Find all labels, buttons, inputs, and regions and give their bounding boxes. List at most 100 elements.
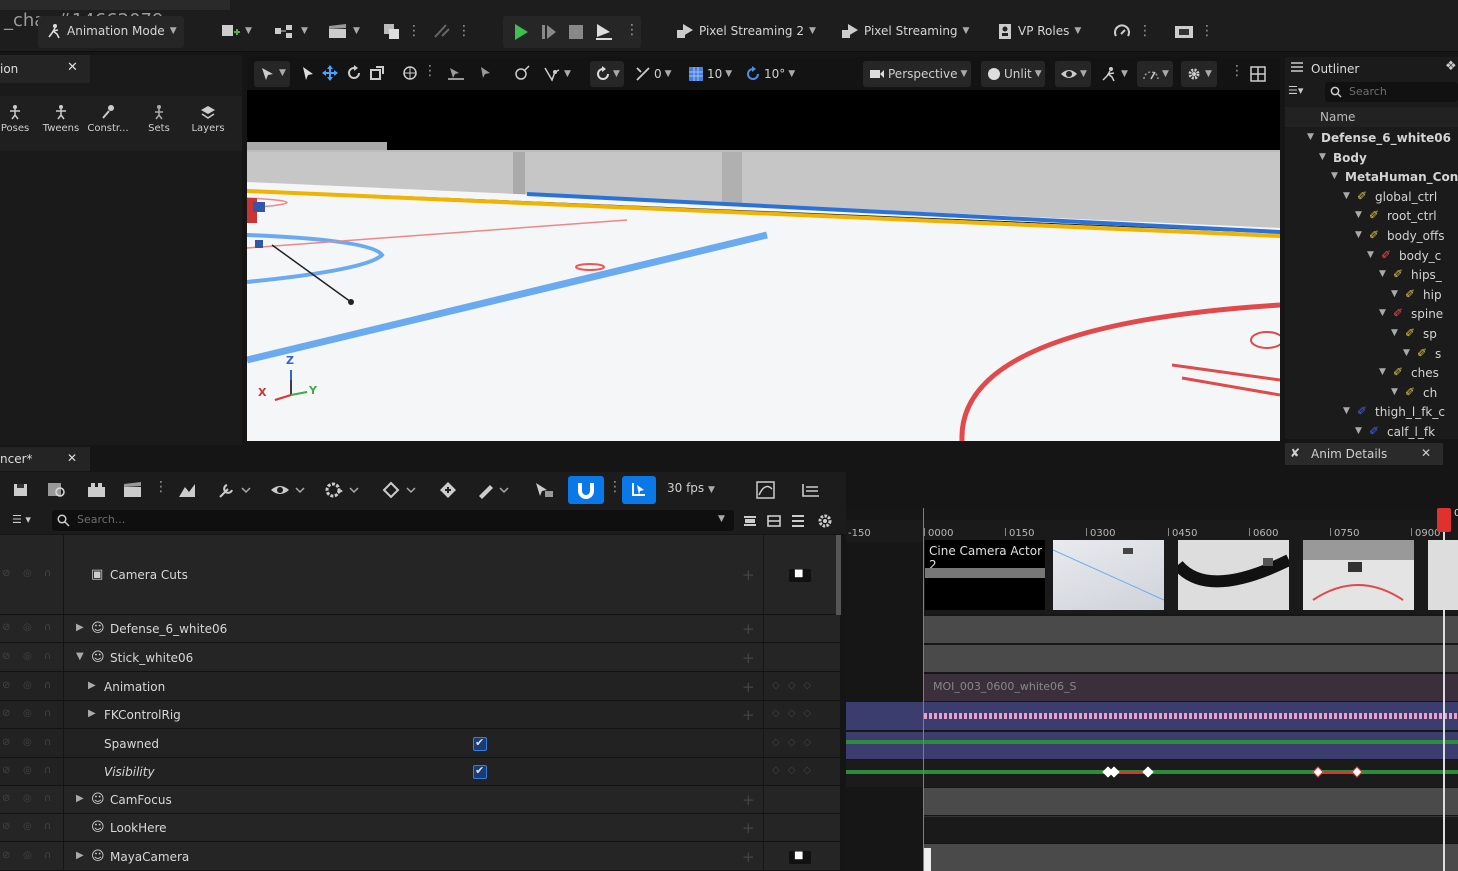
- fps-selector[interactable]: 30 fps ▼: [667, 481, 715, 495]
- key-navigation-icons[interactable]: ◇◇◇: [772, 680, 819, 691]
- playhead-line[interactable]: [1443, 532, 1445, 871]
- sequencer-track-row[interactable]: ⊘ ◎ ∩ ▶ ☺ CamFocus +: [0, 786, 840, 814]
- lock-icon[interactable]: ⊘: [2, 765, 10, 776]
- scale-icon[interactable]: [369, 65, 385, 81]
- translate-snap-menu[interactable]: 0 ▼: [635, 63, 672, 85]
- solo-icon[interactable]: ∩: [44, 737, 51, 748]
- outliner-row[interactable]: ▼ Defense_6_white06: [1285, 129, 1458, 148]
- section-handle[interactable]: [923, 848, 931, 871]
- eye-icon[interactable]: ◎: [23, 850, 32, 861]
- lock-icon[interactable]: ⊘: [2, 680, 10, 691]
- keyframe[interactable]: [1142, 766, 1154, 778]
- more-options-icon[interactable]: ⋮: [1230, 63, 1244, 79]
- close-icon[interactable]: ✕: [67, 451, 77, 465]
- lookhere-lane[interactable]: [923, 816, 1458, 843]
- expand-arrow-icon[interactable]: ▼: [1319, 152, 1326, 162]
- view-mode-menu[interactable]: Unlit ▼: [981, 61, 1045, 87]
- expand-arrow-icon[interactable]: ▼: [1403, 348, 1410, 358]
- more-options-icon[interactable]: ⋮: [625, 22, 639, 38]
- eye-icon[interactable]: ◎: [23, 708, 32, 719]
- eye-icon[interactable]: ◎: [23, 821, 32, 832]
- solo-icon[interactable]: ∩: [44, 821, 51, 832]
- eye-icon[interactable]: ◎: [23, 765, 32, 776]
- view-options-menu[interactable]: [270, 481, 306, 502]
- outliner-row[interactable]: ▼ ✐ s: [1285, 345, 1458, 364]
- key-settings-menu[interactable]: [218, 481, 252, 502]
- camera-settings-icon[interactable]: [177, 481, 197, 499]
- outliner-row[interactable]: ▼ ✐ global_ctrl: [1285, 188, 1458, 207]
- expand-arrow-icon[interactable]: ▼: [1307, 132, 1314, 142]
- eject-icon[interactable]: [594, 23, 614, 41]
- eye-icon[interactable]: ◎: [23, 622, 32, 633]
- eye-icon[interactable]: ◎: [23, 651, 32, 662]
- constraints-tool[interactable]: Constr...: [86, 104, 130, 134]
- solo-icon[interactable]: ∩: [44, 850, 51, 861]
- stop-icon[interactable]: [567, 23, 585, 41]
- add-track-icon[interactable]: +: [742, 649, 755, 667]
- track-list-scrollbar[interactable]: [836, 535, 841, 615]
- keyframe[interactable]: [1312, 766, 1324, 778]
- tree-view-icon[interactable]: [800, 481, 822, 499]
- key-navigation-icons[interactable]: ◇◇◇: [772, 708, 819, 719]
- animation-mode-button[interactable]: Animation Mode ▼: [38, 16, 184, 48]
- chevron-down-icon[interactable]: ▼: [718, 514, 725, 524]
- mayacamera-lane[interactable]: [923, 844, 1458, 871]
- fkcontrolrig-lane[interactable]: [846, 702, 1458, 730]
- settings-button[interactable]: ⋮: [1173, 16, 1214, 46]
- auto-scroll-toggle[interactable]: [622, 476, 656, 504]
- defense-actor-lane[interactable]: [923, 616, 1458, 643]
- cinematics-button[interactable]: ▼: [328, 16, 360, 46]
- pixel-streaming-2-menu[interactable]: Pixel Streaming 2 ▼: [676, 16, 816, 46]
- move-to-icon[interactable]: [477, 65, 495, 81]
- lock-icon[interactable]: ⊘: [2, 568, 10, 579]
- expand-arrow-icon[interactable]: ▼: [1379, 308, 1386, 318]
- solo-icon[interactable]: ∩: [44, 793, 51, 804]
- sets-tool[interactable]: Sets: [143, 104, 175, 134]
- curve-editor-icon[interactable]: [756, 481, 776, 499]
- perspective-menu[interactable]: Perspective ▼: [863, 61, 971, 87]
- render-movie-icon[interactable]: [87, 481, 107, 499]
- select-keys-icon[interactable]: [533, 481, 555, 499]
- track-checkbox[interactable]: ✔: [473, 736, 487, 751]
- close-icon[interactable]: ✕: [67, 60, 78, 75]
- sequencer-track-row[interactable]: ⊘ ◎ ∩ ▶ ☺ Defense_6_white06 +: [0, 615, 840, 643]
- rotate-icon[interactable]: [346, 65, 362, 81]
- level-viewport[interactable]: Z X Y: [247, 90, 1280, 441]
- solo-icon[interactable]: ∩: [44, 651, 51, 662]
- poses-tool[interactable]: Poses: [0, 104, 30, 134]
- expand-arrow-icon[interactable]: ▼: [1379, 367, 1386, 377]
- playback-start-marker[interactable]: [923, 508, 924, 871]
- track-checkbox[interactable]: ✔: [473, 764, 487, 779]
- expand-arrow-icon[interactable]: ▼: [1355, 426, 1362, 436]
- sequencer-track-row[interactable]: ⊘ ◎ ∩ ▶ ☺ MayaCamera + ■: [0, 842, 840, 871]
- outliner-row[interactable]: ▼ ✐ sp: [1285, 325, 1458, 344]
- expand-arrow-icon[interactable]: ▶: [76, 622, 84, 633]
- tab-animation-mode[interactable]: ion ✕: [0, 55, 90, 83]
- add-track-icon[interactable]: +: [742, 819, 755, 837]
- outliner-row[interactable]: ▼ ✐ root_ctrl: [1285, 207, 1458, 226]
- lock-icon[interactable]: ⊘: [2, 651, 10, 662]
- sequencer-track-row[interactable]: ⊘ ◎ ∩ ☺ LookHere +: [0, 814, 840, 842]
- show-flags-menu[interactable]: ▼: [1055, 61, 1091, 87]
- modeling-button[interactable]: ⋮: [382, 16, 421, 46]
- expand-arrow-icon[interactable]: ▶: [76, 793, 84, 804]
- sequencer-timeline[interactable]: -150 0000 0150 0300 0450 0600 0750 0900 …: [846, 508, 1458, 871]
- outliner-row[interactable]: ▼ ✐ calf_l_fk: [1285, 423, 1458, 439]
- lock-icon[interactable]: ⊘: [2, 821, 10, 832]
- expand-arrow-icon[interactable]: ▼: [76, 651, 84, 662]
- sequencer-track-row[interactable]: ⊘ ◎ ∩ ▶ Animation + ◇◇◇: [0, 672, 840, 701]
- more-options-icon[interactable]: ⋮: [154, 479, 168, 495]
- pivot-icon[interactable]: [514, 65, 532, 81]
- add-track-icon[interactable]: +: [742, 706, 755, 724]
- stick-actor-lane[interactable]: [923, 645, 1458, 672]
- sequencer-track-row[interactable]: ⊘ ◎ ∩ Spawned ✔ ◇◇◇: [0, 729, 840, 758]
- save-icon[interactable]: [12, 481, 30, 499]
- surface-snap-icon[interactable]: [447, 65, 465, 81]
- lock-icon[interactable]: ⊘: [2, 622, 10, 633]
- playback-options-menu[interactable]: [324, 481, 360, 502]
- visibility-lane[interactable]: [846, 760, 1458, 787]
- expand-arrow-icon[interactable]: ▼: [1343, 406, 1350, 416]
- camfocus-lane[interactable]: [923, 788, 1458, 815]
- close-icon[interactable]: ✕: [1421, 446, 1431, 460]
- world-local-icon[interactable]: [402, 65, 418, 81]
